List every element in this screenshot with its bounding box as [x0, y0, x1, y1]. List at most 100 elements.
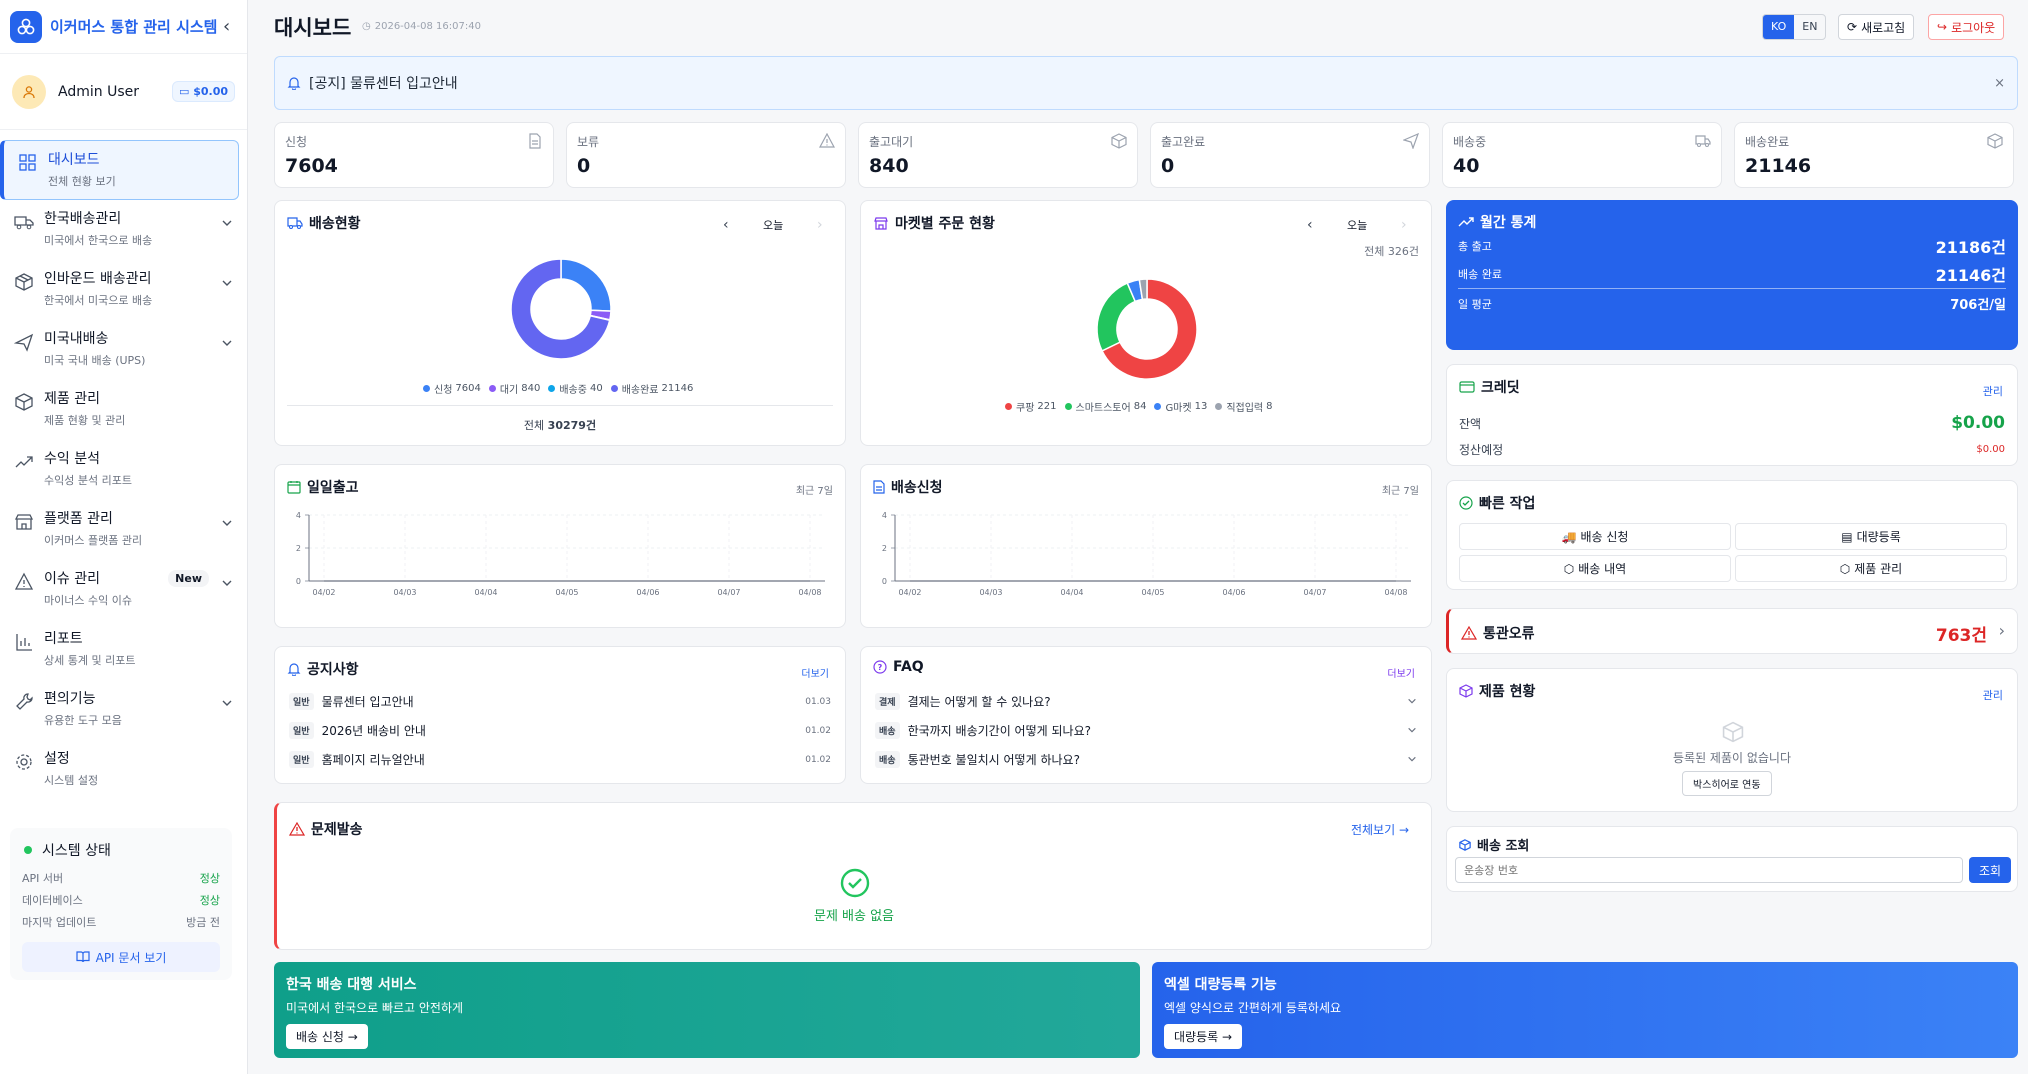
donut-slice-스마트스토어[interactable] — [1096, 282, 1137, 352]
y-tick-label: 0 — [296, 577, 301, 586]
legend-value: 8 — [1266, 401, 1273, 412]
sidebar-item-label: 편의기능 — [44, 691, 96, 707]
chevron-down-icon[interactable] — [221, 214, 235, 228]
tracking-search-button[interactable]: 조회 — [1969, 857, 2011, 883]
legend-item: 배송중 40 — [548, 381, 603, 396]
bell-icon — [287, 663, 301, 676]
chevron-down-icon[interactable] — [1407, 753, 1417, 767]
y-tick-label: 2 — [882, 544, 887, 553]
sidebar-item-5[interactable]: 수익 분석 수익성 분석 리포트 — [0, 440, 247, 500]
lang-ko-button[interactable]: KO — [1763, 15, 1795, 39]
x-tick-label: 04/04 — [474, 588, 497, 597]
notice-item[interactable]: 일반 2026년 배송비 안내 01.02 — [289, 722, 831, 739]
sidebar-item-6[interactable]: 플랫폼 관리 이커머스 플랫폼 관리 — [0, 500, 247, 560]
stat-card[interactable]: 신청 7604 — [274, 122, 554, 188]
box-icon — [15, 393, 33, 411]
notice-item[interactable]: 일반 물류센터 입고안내 01.03 — [289, 693, 831, 710]
user-balance-badge[interactable]: ▭ $0.00 — [171, 81, 235, 102]
faq-question: 한국까지 배송기간이 어떻게 되나요? — [907, 724, 1091, 738]
products-manage-link[interactable]: 관리 — [1983, 687, 2003, 703]
tracking-number-input[interactable] — [1455, 857, 1963, 883]
stat-card[interactable]: 출고완료 0 — [1150, 122, 1430, 188]
chevron-down-icon[interactable] — [1407, 724, 1417, 738]
donut-slice-신청[interactable] — [560, 258, 612, 312]
chevron-down-icon[interactable] — [221, 574, 235, 588]
product-manage-label: 제품 관리 — [1854, 562, 1903, 576]
sidebar-item-10[interactable]: 설정 시스템 설정 — [0, 740, 247, 800]
sidebar-item-9[interactable]: 편의기능 유용한 도구 모음 — [0, 680, 247, 740]
banner-ship-request-button[interactable]: 배송 신청 → — [286, 1024, 368, 1049]
legend-name: 배송중 — [559, 385, 587, 396]
boxhero-link-button[interactable]: 박스히어로 연동 — [1682, 771, 1772, 796]
bulk-register-button[interactable]: ▤ 대량등록 — [1735, 523, 2007, 550]
prev-period-icon[interactable]: ‹ — [1307, 217, 1313, 233]
refresh-button[interactable]: ⟳ 새로고침 — [1838, 14, 1915, 40]
sidebar-item-8[interactable]: 리포트 상세 통계 및 리포트 — [0, 620, 247, 680]
chevron-down-icon[interactable] — [221, 514, 235, 528]
credit-manage-link[interactable]: 관리 — [1983, 383, 2003, 399]
cube-icon — [1459, 838, 1471, 851]
sidebar-item-text: 플랫폼 관리 이커머스 플랫폼 관리 — [44, 508, 221, 548]
sidebar-item-4[interactable]: 제품 관리 제품 현황 및 관리 — [0, 380, 247, 440]
stat-card[interactable]: 출고대기 840 — [858, 122, 1138, 188]
sidebar-item-0[interactable]: 대시보드 전체 현황 보기 — [0, 140, 239, 200]
stat-card[interactable]: 배송완료 21146 — [1734, 122, 2014, 188]
sidebar-item-7[interactable]: 이슈 관리 마이너스 수익 이슈 New — [0, 560, 247, 620]
logout-button[interactable]: ↪ 로그아웃 — [1928, 14, 2005, 40]
banner-bulk-register-button[interactable]: 대량등록 → — [1164, 1024, 1243, 1049]
file-icon — [873, 480, 885, 494]
sidebar-item-3[interactable]: 미국내배송 미국 국내 배송 (UPS) — [0, 320, 247, 380]
chevron-down-icon[interactable] — [221, 694, 235, 708]
monthly-stat-row: 배송 완료 21146건 — [1458, 262, 2006, 286]
notices-more-link[interactable]: 더보기 — [801, 665, 829, 680]
chevron-down-icon[interactable] — [221, 334, 235, 348]
avatar[interactable] — [12, 74, 46, 109]
faq-more-link[interactable]: 더보기 — [1387, 665, 1415, 680]
next-period-icon[interactable]: › — [1401, 217, 1407, 233]
bulk-register-label: 대량등록 — [1856, 530, 1901, 544]
legend-value: 7604 — [455, 383, 481, 394]
customs-error-title: 통관오류 — [1483, 626, 1535, 642]
faq-question: 통관번호 불일치시 어떻게 하나요? — [907, 753, 1080, 767]
x-tick-label: 04/05 — [1141, 588, 1164, 597]
api-docs-button[interactable]: API 문서 보기 — [22, 942, 220, 972]
chevron-down-icon[interactable] — [221, 274, 235, 288]
ship-request-button[interactable]: 🚚 배송 신청 — [1459, 523, 1731, 550]
svg-text:?: ? — [878, 663, 883, 672]
x-tick-label: 04/04 — [1060, 588, 1083, 597]
sidebar-item-2[interactable]: 인바운드 배송관리 한국에서 미국으로 배송 — [0, 260, 247, 320]
legend-name: 배송완료 — [621, 385, 659, 396]
customs-error-card[interactable]: 통관오류 763건 › — [1446, 608, 2018, 654]
sidebar-item-1[interactable]: 한국배송관리 미국에서 한국으로 배송 — [0, 200, 247, 260]
faq-item[interactable]: 배송 통관번호 불일치시 어떻게 하나요? — [875, 751, 1417, 768]
faq-item[interactable]: 결제 결제는 어떻게 할 수 있나요? — [875, 693, 1417, 710]
notice-date: 01.02 — [805, 725, 831, 736]
collapse-sidebar-icon[interactable]: ‹ — [223, 16, 237, 37]
prev-period-icon[interactable]: ‹ — [723, 217, 729, 233]
product-manage-button[interactable]: ⬡ 제품 관리 — [1735, 555, 2007, 582]
stat-label: 배송중 — [1453, 135, 1487, 149]
alert-icon — [1461, 626, 1477, 640]
sidebar-item-text: 수익 분석 수익성 분석 리포트 — [44, 448, 235, 488]
dashboard-icon — [19, 154, 36, 171]
sidebar-item-text: 대시보드 전체 현황 보기 — [48, 149, 226, 189]
banner-subtitle: 엑셀 양식으로 간편하게 등록하세요 — [1164, 1001, 1342, 1015]
stat-card[interactable]: 배송중 40 — [1442, 122, 1722, 188]
legend-name: 쿠팡 — [1016, 403, 1035, 414]
notice-banner[interactable]: [공지] 물류센터 입고안내 × — [274, 56, 2018, 110]
stat-card[interactable]: 보류 0 — [566, 122, 846, 188]
y-tick-label: 4 — [296, 511, 301, 520]
faq-item[interactable]: 배송 한국까지 배송기간이 어떻게 되나요? — [875, 722, 1417, 739]
next-period-icon[interactable]: › — [817, 217, 823, 233]
lang-en-button[interactable]: EN — [1794, 15, 1825, 39]
chevron-down-icon[interactable] — [1407, 695, 1417, 709]
close-icon[interactable]: × — [1994, 76, 2005, 91]
sidebar: 이커머스 통합 관리 시스템 ‹ Admin User ▭ $0.00 대시보드… — [0, 0, 248, 1074]
shipping-history-button[interactable]: ⬡ 배송 내역 — [1459, 555, 1731, 582]
notice-item[interactable]: 일반 홈페이지 리뉴얼안내 01.02 — [289, 751, 831, 768]
shipping-requests-card: 배송신청 최근 7일 0 2 4 04/02 04/03 04/04 04/05 04/06 0… — [860, 464, 1432, 628]
products-empty-text: 등록된 제품이 없습니다 — [1672, 751, 1792, 765]
problem-view-all-link[interactable]: 전체보기 → — [1351, 821, 1409, 838]
sidebar-item-text: 한국배송관리 미국에서 한국으로 배송 — [44, 208, 221, 248]
system-status-row: 데이터베이스 정상 — [22, 892, 220, 908]
